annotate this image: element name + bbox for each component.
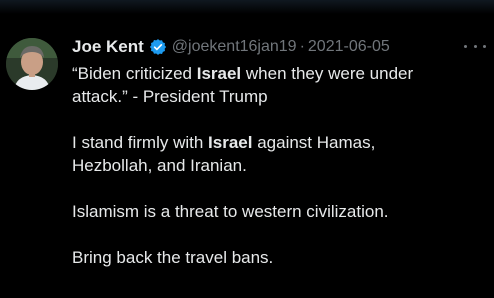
tweet-text-segment: Bring back the travel bans. [72,248,274,267]
tweet[interactable]: Joe Kent @joekent16jan19 · 2021-06-05 “B… [0,0,494,298]
tweet-text-segment: Hezbollah, and Iranian. [72,156,247,175]
tweet-line: I stand firmly with Israel against Hamas… [72,131,482,154]
tweet-line: Bring back the travel bans. [72,246,482,269]
tweet-paragraph: Bring back the travel bans. [72,246,482,269]
verified-badge-icon [149,38,167,56]
avatar-image [6,38,58,90]
tweet-line: attack.” - President Trump [72,85,482,108]
tweet-paragraph: “Biden criticized Israel when they were … [72,62,482,108]
tweet-date[interactable]: 2021-06-05 [308,38,390,56]
tweet-text-segment: attack.” - President Trump [72,87,268,106]
tweet-line: “Biden criticized Israel when they were … [72,62,482,85]
tweet-line: Islamism is a threat to western civiliza… [72,200,482,223]
tweet-paragraph: I stand firmly with Israel against Hamas… [72,131,482,177]
tweet-text-segment: when they were under [241,64,414,83]
tweet-text-segment: I stand firmly with [72,133,209,152]
more-dot [473,44,477,48]
tweet-paragraph: Islamism is a threat to western civiliza… [72,200,482,223]
more-dot [483,44,486,48]
tweet-bold-text: Israel [196,64,242,83]
header-separator: · [299,38,305,55]
more-dot [464,44,467,48]
more-options-icon[interactable] [464,38,486,54]
tweet-text-segment: Islamism is a threat to western civiliza… [72,202,389,221]
author-name[interactable]: Joe Kent [72,37,144,57]
avatar[interactable] [6,38,58,90]
tweet-text-segment: against Hamas, [252,133,376,152]
tweet-text: “Biden criticized Israel when they were … [72,62,482,269]
tweet-bold-text: Israel [208,133,253,152]
tweet-line: Hezbollah, and Iranian. [72,154,482,177]
tweet-text-segment: “Biden criticized [72,64,197,83]
author-handle[interactable]: @joekent16jan19 [172,38,297,56]
tweet-header: Joe Kent @joekent16jan19 · 2021-06-05 [72,36,390,58]
